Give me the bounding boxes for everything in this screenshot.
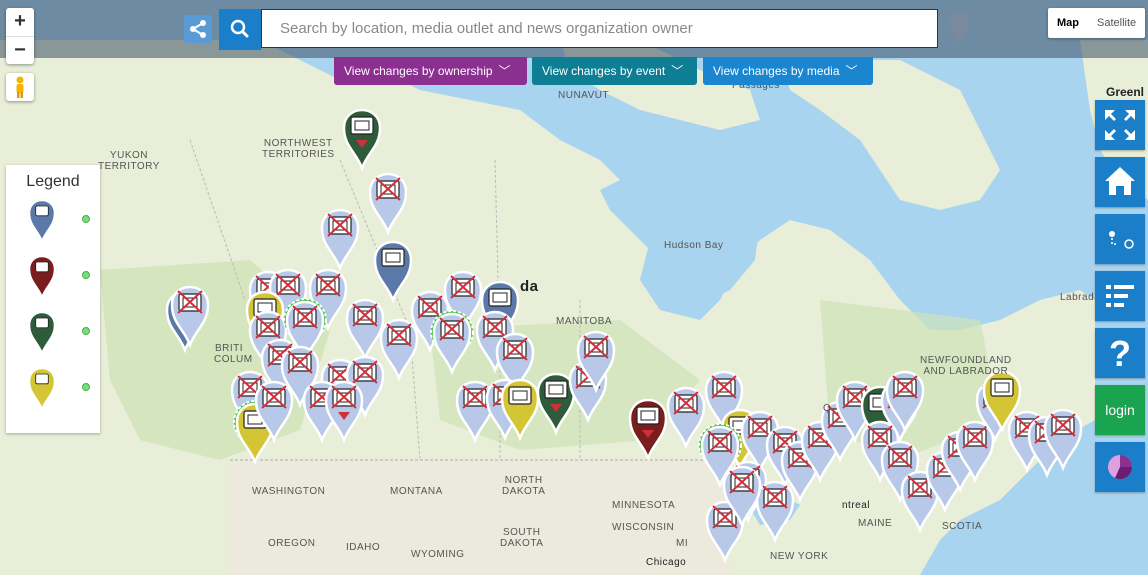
legend-toggle-dot[interactable]: [82, 271, 90, 279]
help-icon: ?: [1109, 333, 1131, 374]
fullscreen-button[interactable]: [1095, 100, 1145, 150]
tv-icon: [28, 311, 56, 355]
legend-toggle-dot[interactable]: [82, 215, 90, 223]
map-label-colum: COLUM: [214, 354, 253, 365]
newspaper-icon: [28, 199, 56, 243]
legend-item: [6, 365, 100, 415]
map-label-south-dakota: SOUTH DAKOTA: [500, 527, 544, 549]
list-icon: [1106, 285, 1134, 307]
map-label-nunavut: NUNAVUT: [558, 90, 610, 101]
chevron-down-icon: ﹀: [845, 64, 858, 78]
search-input[interactable]: [261, 9, 938, 48]
filter-event-label: View changes by event: [542, 64, 666, 78]
map-label-scotia: SCOTIA: [942, 521, 983, 532]
location-pin-icon: [949, 11, 969, 45]
map-label-yukon: YUKON TERRITORY: [98, 150, 160, 172]
filter-ownership-dropdown[interactable]: View changes by ownership ﹀: [334, 57, 527, 85]
map-label-british: BRITI: [215, 343, 244, 354]
map-label-manitoba: MANITOBA: [556, 316, 613, 327]
legend-toggle-dot[interactable]: [82, 383, 90, 391]
online-media-icon: [28, 367, 56, 411]
filter-event-dropdown[interactable]: View changes by event ﹀: [532, 57, 697, 85]
chevron-down-icon: ﹀: [671, 64, 684, 78]
help-button[interactable]: ?: [1095, 328, 1145, 378]
map-label-chicago: Chicago: [646, 557, 687, 568]
route-button[interactable]: [1095, 214, 1145, 264]
chevron-down-icon: ﹀: [498, 64, 511, 78]
share-icon: [190, 20, 206, 38]
map-label-nwt: NORTHWEST TERRITORIES: [262, 138, 335, 160]
map-label-hudson: Hudson Bay: [664, 240, 724, 251]
svg-text:?: ?: [1109, 333, 1131, 374]
legend-title: Legend: [26, 173, 80, 190]
map-type-map[interactable]: Map: [1048, 8, 1088, 38]
list-button[interactable]: [1095, 271, 1145, 321]
legend-item: [6, 197, 100, 247]
greenland-label: Greenl: [1106, 85, 1145, 99]
zoom-in-button[interactable]: +: [6, 8, 34, 36]
legend-item: [6, 309, 100, 359]
login-button[interactable]: login: [1095, 385, 1145, 435]
map-label-canada: da: [520, 278, 539, 295]
pie-chart-icon: [1108, 455, 1133, 480]
chart-button[interactable]: [1095, 442, 1145, 492]
legend-toggle-dot[interactable]: [82, 327, 90, 335]
filter-media-dropdown[interactable]: View changes by media ﹀: [703, 57, 873, 85]
street-view-button[interactable]: [6, 73, 34, 101]
route-icon: [1109, 231, 1134, 249]
map-label-mi: MI: [676, 538, 689, 549]
map-canvas[interactable]: [0, 0, 1148, 575]
map-label-washington: WASHINGTON: [252, 486, 326, 497]
search-icon: [230, 19, 249, 38]
radio-tower-icon: [28, 255, 56, 299]
map-label-new-york: NEW YORK: [770, 551, 829, 562]
map-label-maine: MAINE: [858, 518, 893, 529]
filter-ownership-label: View changes by ownership: [344, 64, 493, 78]
home-icon: [1105, 167, 1135, 195]
legend-panel: Legend: [6, 165, 100, 433]
map-label-north-dakota: NORTH DAKOTA: [502, 475, 546, 497]
map-label-ntreal: ntreal: [842, 500, 871, 511]
map-type-control: Map Satellite: [1048, 8, 1146, 38]
fullscreen-icon: [1105, 110, 1135, 140]
map-label-newfoundland: NEWFOUNDLAND AND LABRADOR: [920, 355, 1012, 377]
map-type-satellite[interactable]: Satellite: [1088, 8, 1145, 38]
map-label-minnesota: MINNESOTA: [612, 500, 676, 511]
zoom-out-button[interactable]: −: [6, 37, 34, 65]
share-button[interactable]: [184, 15, 212, 43]
location-pin-button[interactable]: [948, 10, 970, 51]
map-label-oregon: OREGON: [268, 538, 316, 549]
map-label-wisconsin: WISCONSIN: [612, 522, 675, 533]
zoom-control: + −: [6, 8, 34, 64]
map-label-labrad: Labrad: [1060, 292, 1095, 303]
map-label-montana: MONTANA: [390, 486, 443, 497]
search-button[interactable]: [219, 9, 261, 50]
map-label-qc: Q: [823, 403, 832, 414]
home-button[interactable]: [1095, 157, 1145, 207]
filter-media-label: View changes by media: [713, 64, 840, 78]
map-label-idaho: IDAHO: [346, 542, 381, 553]
legend-item: [6, 253, 100, 303]
pegman-icon: [16, 76, 24, 98]
map-label-wyoming: WYOMING: [411, 549, 465, 560]
